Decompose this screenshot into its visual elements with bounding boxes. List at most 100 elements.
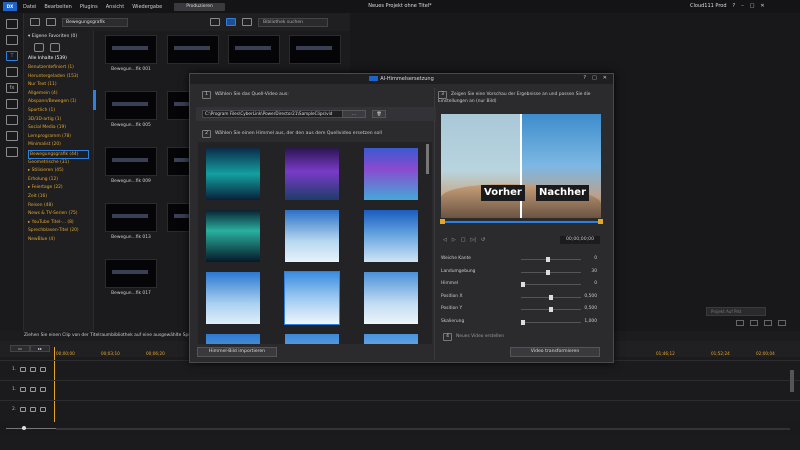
sky-template-thumb[interactable]	[285, 210, 339, 262]
category-item[interactable]: Social Media (19)	[28, 124, 89, 133]
fx-icon[interactable]: fx	[6, 83, 18, 93]
title-template-thumb[interactable]	[105, 259, 157, 288]
category-item[interactable]: ▸ YouTube Titel-... (8)	[28, 219, 89, 228]
category-item[interactable]: ▸ Feiertage (22)	[28, 184, 89, 193]
sky-scrollbar[interactable]	[426, 144, 429, 174]
import-sky-button[interactable]: Himmel-Bild importieren	[197, 347, 277, 357]
sky-template-thumb[interactable]	[206, 210, 260, 262]
category-item[interactable]: Heruntergeladen (153)	[28, 73, 89, 82]
category-item[interactable]: News & TV-Serien (75)	[28, 210, 89, 219]
list-view-icon[interactable]	[210, 18, 220, 26]
mark-in-handle[interactable]	[440, 219, 445, 224]
category-item[interactable]: Allgemein (4)	[28, 90, 89, 99]
storyboard-view-tab[interactable]: ▸▸	[30, 345, 50, 352]
title-template-thumb[interactable]	[289, 35, 341, 64]
category-item[interactable]: Sportlich (1)	[28, 107, 89, 116]
slider-knob[interactable]	[521, 282, 525, 288]
sky-template-thumb[interactable]	[364, 210, 418, 262]
param-slider[interactable]	[521, 259, 581, 260]
sort-icon[interactable]	[242, 18, 252, 26]
category-item[interactable]: Sprechblasen-Titel (20)	[28, 227, 89, 236]
category-item[interactable]: Erholung (12)	[28, 176, 89, 185]
lock-icon[interactable]	[40, 407, 47, 412]
category-select[interactable]: Bewegungsgrafik	[62, 17, 128, 27]
close-icon[interactable]: ✕	[760, 3, 764, 9]
param-slider[interactable]	[521, 284, 581, 286]
category-item[interactable]: Lernprogramm (78)	[28, 133, 89, 142]
tag-icon[interactable]	[34, 43, 44, 52]
timeline-view-tab[interactable]: ▭	[10, 345, 30, 352]
category-item[interactable]: Reisen (48)	[28, 202, 89, 211]
lock-icon[interactable]	[40, 367, 47, 372]
menu-datei[interactable]: Datei	[23, 4, 36, 10]
menu-bearbeiten[interactable]: Bearbeiten	[44, 4, 71, 10]
sky-template-thumb[interactable]	[285, 334, 339, 344]
help-icon[interactable]: ?	[583, 75, 586, 81]
preview-quality-select[interactable]: Projekt Auf Pikt	[706, 307, 766, 316]
menu-wiedergabe[interactable]: Wiedergabe	[132, 4, 162, 10]
menu-plugins[interactable]: Plugins	[80, 4, 98, 10]
all-content-item[interactable]: Alle Inhalte (539)	[28, 56, 89, 61]
timeline-hscrollbar[interactable]	[56, 428, 790, 430]
snapshot-icon[interactable]	[736, 320, 744, 326]
produce-button[interactable]: Produzieren	[174, 2, 225, 11]
stop-icon[interactable]: □	[461, 237, 466, 243]
visibility-icon[interactable]	[30, 407, 37, 412]
category-item[interactable]: NewBlue (4)	[28, 236, 89, 245]
settings-icon[interactable]	[764, 320, 772, 326]
previous-frame-icon[interactable]: ◁	[443, 237, 447, 243]
user-name[interactable]: Cloud111 Prod	[690, 3, 727, 9]
category-item[interactable]: ▸ Stilisieren (45)	[28, 167, 89, 176]
category-item[interactable]: Bewegungsgrafik (44)	[28, 149, 89, 159]
filter-icon[interactable]	[6, 131, 18, 141]
sky-template-thumb[interactable]	[284, 271, 340, 325]
title-template-thumb[interactable]	[105, 203, 157, 232]
maximize-icon[interactable]: □	[750, 3, 755, 9]
param-slider[interactable]	[521, 271, 581, 273]
menu-ansicht[interactable]: Ansicht	[106, 4, 124, 10]
sky-template-thumb[interactable]	[364, 334, 418, 344]
browse-button[interactable]: …	[342, 110, 366, 118]
media-room-icon[interactable]	[6, 19, 18, 29]
category-item[interactable]: Zeit (16)	[28, 193, 89, 202]
grid-view-icon[interactable]	[226, 18, 236, 26]
category-item[interactable]: Nur Text (11)	[28, 81, 89, 90]
next-frame-icon[interactable]: ▷|	[470, 237, 476, 243]
play-icon[interactable]: ▷	[452, 237, 456, 243]
particle-icon[interactable]	[6, 115, 18, 125]
category-item[interactable]: Geometrische (31)	[28, 159, 89, 168]
visibility-icon[interactable]	[30, 367, 37, 372]
title-template-thumb[interactable]	[228, 35, 280, 64]
loop-icon[interactable]: ↺	[481, 237, 485, 243]
sky-template-thumb[interactable]	[206, 148, 260, 200]
sky-template-thumb[interactable]	[206, 272, 260, 324]
title-template-thumb[interactable]	[105, 147, 157, 176]
timeline-vscrollbar[interactable]	[790, 370, 794, 392]
maximize-icon[interactable]: □	[592, 75, 597, 81]
sky-template-thumb[interactable]	[285, 148, 339, 200]
transition-icon[interactable]	[6, 67, 18, 77]
sky-template-thumb[interactable]	[364, 272, 418, 324]
category-scrollbar[interactable]	[93, 90, 96, 110]
help-icon[interactable]: ?	[733, 3, 736, 9]
minimize-icon[interactable]: –	[741, 3, 744, 9]
sky-template-thumb[interactable]	[364, 148, 418, 200]
zoom-slider[interactable]	[6, 428, 56, 429]
import-icon[interactable]	[30, 18, 40, 26]
param-slider[interactable]	[521, 322, 581, 323]
close-icon[interactable]: ✕	[603, 75, 607, 81]
folder-icon[interactable]	[46, 18, 56, 26]
source-path-input[interactable]: C:\Program Files\CyberLink\PowerDirector…	[202, 110, 352, 118]
zoom-knob[interactable]	[22, 426, 26, 430]
slider-knob[interactable]	[546, 269, 551, 275]
visibility-icon[interactable]	[30, 387, 37, 392]
category-item[interactable]: Benutzerdefiniert (1)	[28, 64, 89, 73]
add-tag-icon[interactable]	[50, 43, 60, 52]
audio-icon[interactable]	[750, 320, 758, 326]
category-item[interactable]: Minimalist (20)	[28, 141, 89, 150]
title-room-icon[interactable]: T	[6, 51, 18, 61]
sky-template-thumb[interactable]	[206, 334, 260, 344]
category-item[interactable]: 3D/3D-artig (1)	[28, 116, 89, 125]
slider-knob[interactable]	[546, 257, 551, 262]
slider-knob[interactable]	[549, 294, 553, 300]
